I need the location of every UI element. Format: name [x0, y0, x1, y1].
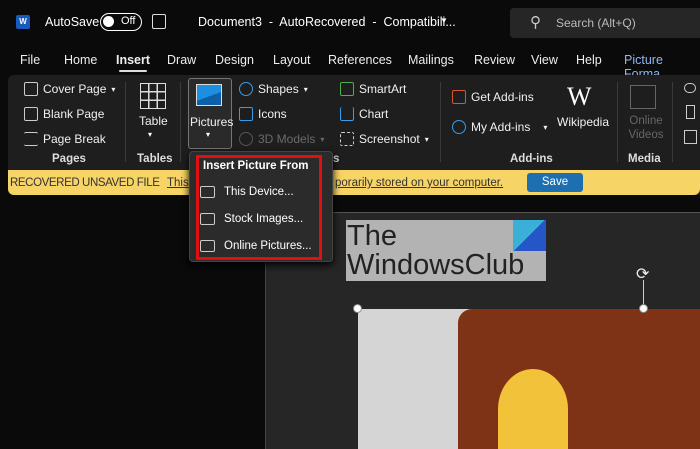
- get-addins-button[interactable]: Get Add-ins: [471, 90, 534, 104]
- shapes-icon: [239, 82, 253, 96]
- menu-item-label: Stock Images...: [224, 213, 304, 225]
- menu-title: Insert Picture From: [203, 160, 309, 172]
- tab-view[interactable]: View: [531, 53, 558, 67]
- brick-wall: [458, 309, 700, 449]
- resize-handle[interactable]: [639, 304, 648, 313]
- smartart-button[interactable]: SmartArt: [359, 82, 406, 96]
- chart-icon: [340, 107, 354, 121]
- flame: [498, 369, 568, 449]
- banner-link[interactable]: This: [167, 177, 189, 189]
- bookmark-icon[interactable]: [686, 105, 695, 119]
- divider: [672, 82, 673, 162]
- page-break-button[interactable]: Page Break: [43, 132, 106, 146]
- banner-label: RECOVERED UNSAVED FILE: [10, 177, 160, 189]
- tab-home[interactable]: Home: [64, 53, 97, 67]
- screenshot-button[interactable]: Screenshot: [359, 132, 420, 146]
- chevron-down-icon: ▾: [206, 130, 211, 139]
- save-icon[interactable]: [152, 14, 166, 29]
- page-break-icon: [24, 132, 38, 146]
- menu-item-stock-images[interactable]: Stock Images...: [200, 213, 303, 225]
- pictures-icon: [196, 84, 222, 106]
- my-addins-button[interactable]: My Add-ins: [471, 120, 530, 134]
- banner-link-end[interactable]: porarily stored on your computer.: [335, 177, 503, 189]
- tab-help[interactable]: Help: [576, 53, 602, 67]
- cross-reference-icon[interactable]: [684, 130, 697, 144]
- device-icon: [200, 186, 215, 198]
- tab-draw[interactable]: Draw: [167, 53, 196, 67]
- pictures-label: Pictures: [190, 115, 234, 129]
- tab-design[interactable]: Design: [215, 53, 254, 67]
- wikipedia-button[interactable]: Wikipedia: [557, 115, 609, 129]
- my-addins-icon: [452, 120, 466, 134]
- chart-button[interactable]: Chart: [359, 107, 388, 121]
- wikipedia-icon: W: [567, 82, 592, 111]
- divider: [125, 82, 126, 162]
- online-videos-icon: [630, 85, 656, 109]
- online-pictures-icon: [200, 240, 215, 252]
- autosave-label: AutoSave: [45, 15, 100, 29]
- tab-layout[interactable]: Layout: [273, 53, 311, 67]
- tab-insert[interactable]: Insert: [116, 53, 150, 72]
- blank-page-button[interactable]: Blank Page: [43, 107, 104, 121]
- icons-icon: [239, 107, 253, 121]
- search-icon: ⚲: [530, 14, 541, 31]
- cover-page-button[interactable]: Cover Page: [43, 82, 106, 96]
- link-icon[interactable]: [684, 83, 696, 93]
- cover-page-icon: [24, 82, 38, 96]
- stock-images-icon: [200, 213, 215, 225]
- logo-text-line2: WindowsClub: [347, 249, 525, 281]
- table-icon: [140, 83, 166, 109]
- fireplace-image[interactable]: [358, 309, 700, 449]
- tab-mailings[interactable]: Mailings: [408, 53, 454, 67]
- divider: [440, 82, 441, 162]
- menu-item-online-pictures[interactable]: Online Pictures...: [200, 240, 312, 252]
- screenshot-icon: [340, 132, 354, 146]
- tab-file[interactable]: File: [20, 53, 40, 67]
- shapes-button[interactable]: Shapes: [258, 82, 299, 96]
- chevron-down-icon: ▾: [148, 130, 153, 139]
- group-label-addins: Add-ins: [510, 153, 553, 165]
- title-dropdown-icon[interactable]: ▼: [440, 16, 448, 25]
- tab-review[interactable]: Review: [474, 53, 515, 67]
- menu-item-label: This Device...: [224, 186, 294, 198]
- save-button[interactable]: Save: [527, 173, 583, 192]
- icons-button[interactable]: Icons: [258, 107, 287, 121]
- smartart-icon: [340, 82, 354, 96]
- ribbon-tabs: File Home Insert Draw Design Layout Refe…: [0, 46, 700, 81]
- divider: [180, 82, 181, 162]
- online-videos-button[interactable]: Online Videos: [626, 114, 666, 142]
- group-label-media: Media: [628, 153, 661, 165]
- group-label-illustrations: s: [333, 153, 340, 165]
- search-placeholder: Search (Alt+Q): [556, 16, 636, 30]
- 3d-models-icon: [239, 132, 253, 146]
- tab-references[interactable]: References: [328, 53, 392, 67]
- get-addins-icon: [452, 90, 466, 104]
- table-button[interactable]: Table: [139, 114, 168, 128]
- 3d-models-button[interactable]: 3D Models: [258, 132, 315, 146]
- autosave-toggle[interactable]: Off: [100, 13, 142, 31]
- group-label-pages: Pages: [52, 153, 86, 165]
- logo-square-icon: [513, 220, 546, 251]
- rotate-handle-icon[interactable]: ⟳: [636, 264, 649, 284]
- word-app-icon: W: [16, 15, 30, 29]
- document-title[interactable]: Document3 - AutoRecovered - Compatibili.…: [198, 15, 456, 29]
- resize-handle[interactable]: [353, 304, 362, 313]
- divider: [617, 82, 618, 162]
- menu-item-label: Online Pictures...: [224, 240, 312, 252]
- group-label-tables: Tables: [137, 153, 173, 165]
- menu-item-this-device[interactable]: This Device...: [200, 186, 294, 198]
- blank-page-icon: [24, 107, 38, 121]
